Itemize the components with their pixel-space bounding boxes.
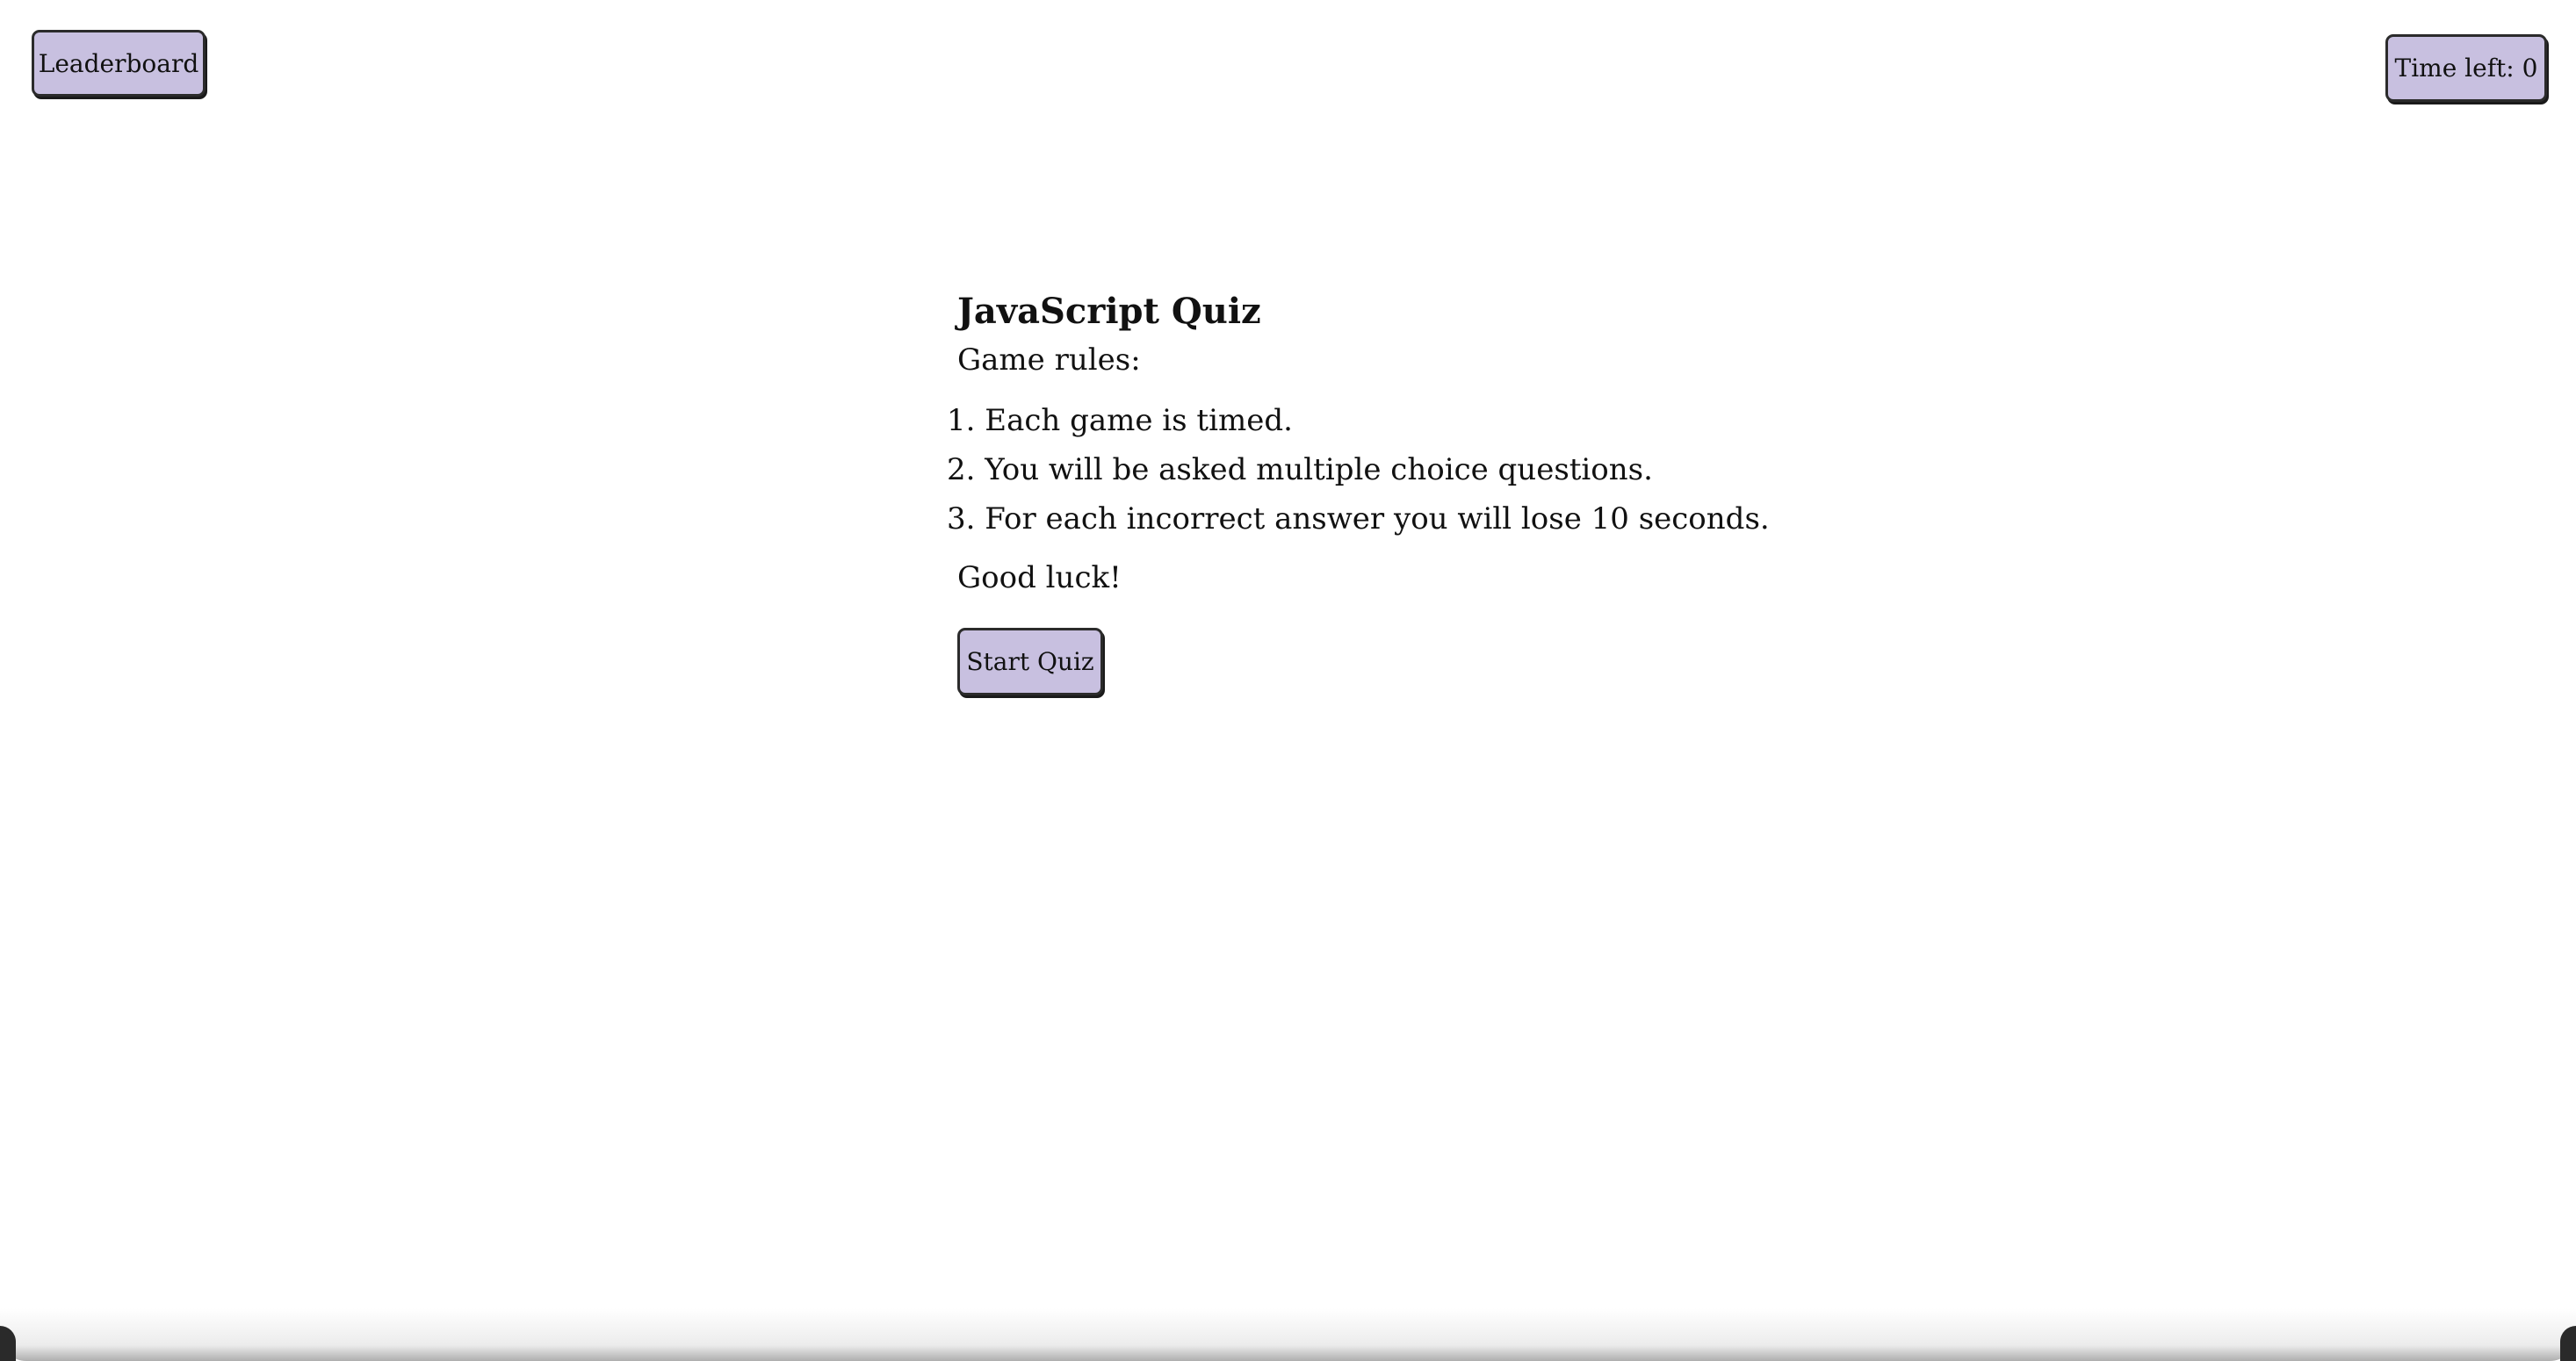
rules-label: Game rules: <box>957 342 1141 378</box>
rule-text: You will be asked multiple choice questi… <box>985 452 1653 487</box>
leaderboard-button-label: Leaderboard <box>38 48 199 78</box>
window-corner-right <box>2560 1326 2576 1361</box>
rule-item: 3. For each incorrect answer you will lo… <box>947 494 1923 544</box>
start-quiz-button[interactable]: Start Quiz <box>957 628 1103 695</box>
quiz-intro: JavaScript Quiz Game rules: 1. Each game… <box>947 285 1923 695</box>
rule-number: 1. <box>947 403 976 438</box>
rule-number: 2. <box>947 452 976 487</box>
rules-list: 1. Each game is timed. 2. You will be as… <box>947 396 1923 544</box>
window-bottom-shadow <box>0 1308 2576 1361</box>
timer-button[interactable]: Time left: 0 <box>2385 34 2547 102</box>
rule-item: 2. You will be asked multiple choice que… <box>947 445 1923 494</box>
good-luck-text: Good luck! <box>957 560 1122 595</box>
rule-text: For each incorrect answer you will lose … <box>985 501 1770 536</box>
page-title: JavaScript Quiz <box>957 291 1261 332</box>
rule-item: 1. Each game is timed. <box>947 396 1923 445</box>
leaderboard-button[interactable]: Leaderboard <box>32 30 206 97</box>
start-quiz-button-label: Start Quiz <box>966 647 1094 676</box>
window-corner-left <box>0 1326 16 1361</box>
timer-value: 0 <box>2522 54 2538 83</box>
rule-number: 3. <box>947 501 976 536</box>
rule-text: Each game is timed. <box>985 403 1293 438</box>
timer-label: Time left: <box>2394 54 2515 83</box>
